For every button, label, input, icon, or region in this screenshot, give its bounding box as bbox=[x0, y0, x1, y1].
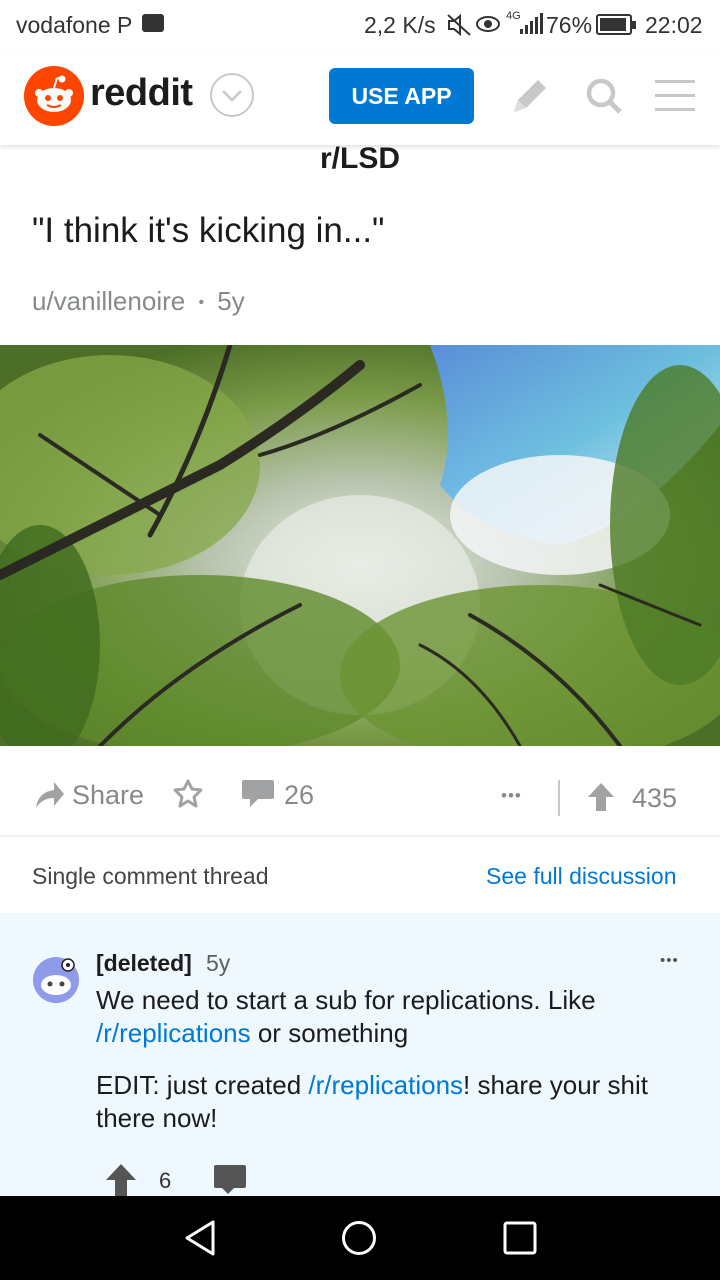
post-title: "I think it's kicking in..." bbox=[32, 211, 385, 250]
see-full-discussion-link[interactable]: See full discussion bbox=[486, 863, 677, 890]
comment-text: EDIT: just created bbox=[96, 1070, 309, 1100]
use-app-button[interactable]: USE APP bbox=[329, 68, 474, 124]
subreddit-link[interactable]: /r/replications bbox=[308, 1070, 463, 1100]
comment-text: or something bbox=[250, 1018, 409, 1048]
more-options-icon[interactable]: ••• bbox=[501, 786, 522, 806]
signal-icon bbox=[520, 13, 543, 34]
subreddit-link[interactable]: /r/replications bbox=[96, 1018, 251, 1048]
comment-count[interactable]: 26 bbox=[284, 780, 314, 811]
battery-icon bbox=[596, 14, 636, 35]
upvote-icon[interactable] bbox=[586, 781, 616, 813]
reddit-logo-icon[interactable] bbox=[24, 66, 84, 126]
battery-percent: 76% bbox=[546, 12, 593, 38]
comment-author[interactable]: [deleted] bbox=[96, 950, 192, 977]
comment-more-icon[interactable]: ••• bbox=[660, 952, 679, 969]
share-icon[interactable] bbox=[32, 778, 66, 812]
comment-text: We need to start a sub for replications.… bbox=[96, 985, 596, 1015]
reddit-wordmark[interactable]: reddit bbox=[90, 72, 193, 115]
status-bar: vodafone P 2,2 K/s 4G 76% 22:02 bbox=[0, 0, 720, 50]
post-score: 435 bbox=[632, 783, 678, 813]
post-image[interactable] bbox=[0, 345, 720, 746]
menu-icon[interactable] bbox=[655, 78, 697, 114]
subreddit-name[interactable]: r/LSD bbox=[0, 142, 720, 176]
comment-upvote-icon[interactable] bbox=[104, 1162, 138, 1196]
post-author[interactable]: u/vanillenoire bbox=[32, 286, 185, 316]
recent-apps-icon[interactable] bbox=[503, 1221, 537, 1255]
mute-icon bbox=[447, 13, 471, 37]
comment-score: 6 bbox=[159, 1168, 172, 1193]
carrier-label: vodafone P bbox=[16, 12, 133, 38]
comment-icon[interactable] bbox=[240, 777, 276, 809]
share-button[interactable]: Share bbox=[72, 780, 144, 811]
top-header: reddit USE APP bbox=[0, 50, 720, 145]
navigation-bar bbox=[0, 1196, 720, 1280]
eye-icon bbox=[476, 16, 500, 32]
comment-paragraph-1: We need to start a sub for replications.… bbox=[96, 984, 696, 1050]
comment-age: 5y bbox=[206, 950, 231, 976]
award-icon[interactable] bbox=[172, 779, 204, 809]
snoo-icon bbox=[35, 75, 73, 112]
meta-separator: • bbox=[198, 294, 205, 312]
action-divider bbox=[558, 780, 560, 816]
single-thread-label: Single comment thread bbox=[32, 863, 269, 889]
post-age: 5y bbox=[217, 286, 245, 316]
reply-icon[interactable] bbox=[212, 1164, 248, 1196]
back-icon[interactable] bbox=[183, 1220, 217, 1256]
clock: 22:02 bbox=[645, 12, 703, 38]
chevron-down-icon[interactable] bbox=[210, 73, 254, 117]
home-icon[interactable] bbox=[341, 1220, 377, 1256]
search-icon[interactable] bbox=[584, 76, 624, 116]
notification-icon bbox=[142, 14, 164, 32]
pencil-icon[interactable] bbox=[508, 74, 552, 118]
comment-paragraph-2: EDIT: just created /r/replications! shar… bbox=[96, 1069, 696, 1135]
network-speed: 2,2 K/s bbox=[364, 12, 436, 38]
post-meta: u/vanillenoire • 5y bbox=[32, 286, 245, 317]
divider bbox=[0, 835, 720, 837]
avatar[interactable] bbox=[31, 955, 81, 1005]
